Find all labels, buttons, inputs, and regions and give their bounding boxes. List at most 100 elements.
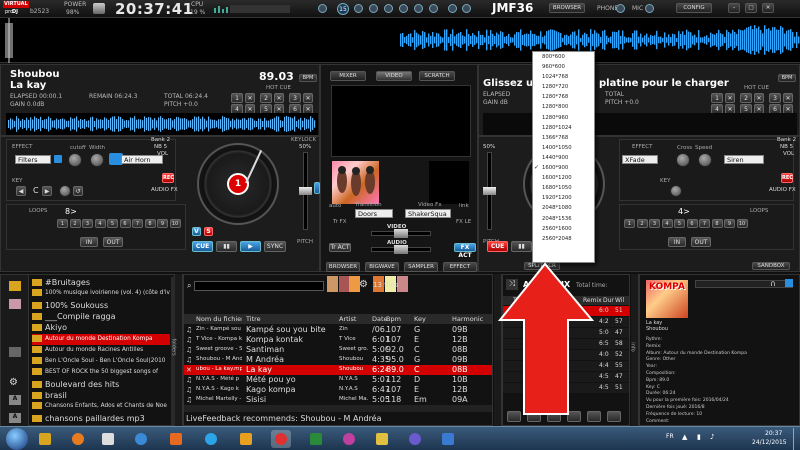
- right-track-waveform[interactable]: [483, 113, 797, 135]
- left-v-button[interactable]: V: [192, 227, 201, 236]
- column-header[interactable]: Titre: [246, 314, 328, 324]
- column-header[interactable]: Key: [414, 314, 436, 324]
- tree-item[interactable]: Ben L'Oncle Soul - Ben L'Oncle Soul(2010: [32, 356, 170, 367]
- right-sampler-select[interactable]: Siren: [724, 155, 764, 164]
- fx-act-button[interactable]: FX ACT: [454, 243, 476, 259]
- left-cue-button[interactable]: CUE: [192, 241, 213, 252]
- firefox-icon[interactable]: [166, 430, 186, 448]
- file-list-header[interactable]: Nom du fichier Titre Artist Date Bpm Key Harmo…: [184, 314, 492, 324]
- left-cutoff-knob[interactable]: [68, 153, 82, 167]
- left-s-button[interactable]: S: [204, 227, 213, 236]
- minimize-button[interactable]: –: [728, 3, 740, 13]
- alpha-icon-2[interactable]: A: [9, 413, 21, 423]
- cover-thumbnail[interactable]: [397, 276, 408, 292]
- left-loop-in-button[interactable]: IN: [80, 237, 98, 247]
- left-pitch-lock[interactable]: [314, 182, 320, 194]
- video-icon[interactable]: [384, 4, 393, 13]
- resolution-option[interactable]: 2048*1080: [533, 203, 594, 213]
- left-hotcue-3[interactable]: 3: [289, 93, 301, 103]
- file-list-scrollbar[interactable]: [184, 405, 492, 412]
- tree-item[interactable]: 100% Soukouss: [32, 300, 170, 311]
- table-row[interactable]: ♫ Michel Martelly - Sisisi Michel Ma. 5:05 11…: [184, 395, 492, 405]
- cast-icon[interactable]: [414, 4, 423, 13]
- sandbox-button[interactable]: SANDBOX: [752, 262, 790, 270]
- browser-button[interactable]: BROWSER: [549, 3, 585, 13]
- right-loop-button-4[interactable]: 4: [661, 219, 673, 228]
- right-hotcue-3[interactable]: 3: [769, 93, 781, 103]
- config-button[interactable]: CONFIG: [676, 3, 712, 13]
- settings-gear-icon[interactable]: ⚙: [359, 279, 368, 290]
- search-input[interactable]: [194, 281, 324, 291]
- right-hotcue-delete-3[interactable]: ✕: [783, 93, 793, 103]
- outlook-icon[interactable]: [236, 430, 256, 448]
- close-button[interactable]: ✕: [762, 3, 774, 13]
- left-loop-button-10[interactable]: 10: [169, 219, 181, 228]
- column-header[interactable]: Bpm: [386, 314, 404, 324]
- resolution-option[interactable]: 1280*960: [533, 113, 594, 123]
- cover-thumbnail[interactable]: [327, 276, 338, 292]
- tab-browser[interactable]: BROWSER: [326, 262, 360, 272]
- video-crossfader[interactable]: [371, 229, 431, 238]
- info-toggle[interactable]: [785, 279, 793, 287]
- left-key-reset-button[interactable]: ↺: [73, 186, 83, 196]
- left-effect-toggle[interactable]: [54, 155, 62, 163]
- back-icon[interactable]: [9, 347, 21, 357]
- left-loop-button-4[interactable]: 4: [94, 219, 106, 228]
- left-key-up-button[interactable]: ▶: [42, 186, 52, 196]
- language-indicator[interactable]: FR: [666, 433, 674, 440]
- right-speed-knob[interactable]: [698, 153, 712, 167]
- resolution-option[interactable]: 1280*1024: [533, 123, 594, 133]
- left-loop-button-8[interactable]: 8: [144, 219, 156, 228]
- folder-icon[interactable]: [9, 281, 21, 291]
- right-loop-button-1[interactable]: 1: [624, 219, 635, 228]
- left-track-waveform[interactable]: [6, 113, 318, 135]
- explorer-icon[interactable]: [35, 430, 55, 448]
- left-hotcue-delete-3[interactable]: ✕: [303, 93, 313, 103]
- table-row[interactable]: ♫ N.Y.A.S - Kago k Kago kompa N.Y.A.S 6:47 10…: [184, 385, 492, 395]
- left-sync-button[interactable]: SYNC: [264, 241, 286, 252]
- paint-icon[interactable]: [339, 430, 359, 448]
- left-loop-button-5[interactable]: 5: [107, 219, 118, 228]
- speaker-icon[interactable]: [429, 4, 438, 13]
- alpha-icon[interactable]: A: [9, 395, 21, 405]
- left-pitch-slider[interactable]: [299, 152, 312, 230]
- tab-scratch[interactable]: SCRATCH: [419, 71, 455, 81]
- right-pitch-slider[interactable]: [483, 152, 496, 230]
- resolution-option[interactable]: 2560*2048: [533, 234, 594, 244]
- automix-column-header[interactable]: Dur: [603, 296, 614, 306]
- resolution-option[interactable]: 2048*1536: [533, 214, 594, 224]
- left-bpm-button[interactable]: BPM: [299, 74, 317, 82]
- resolution-option[interactable]: 1600*1200: [533, 173, 594, 183]
- info-side-tab[interactable]: info: [630, 274, 639, 426]
- tree-item[interactable]: Autour du monde Destination Kompa: [32, 333, 170, 345]
- user-icon[interactable]: [462, 4, 471, 13]
- right-cue-button[interactable]: CUE: [487, 241, 508, 252]
- left-hotcue-delete-1[interactable]: ✕: [245, 93, 255, 103]
- gear-icon[interactable]: ⚙: [9, 377, 18, 388]
- notification-badge[interactable]: 15: [337, 3, 349, 15]
- table-row[interactable]: ✕ ubou - La kay.mp3 La kay Shoubou 6:24 89.0 C…: [184, 365, 492, 375]
- playlist-icon[interactable]: [9, 299, 21, 309]
- phone-icon[interactable]: [616, 4, 625, 13]
- left-hotcue-1[interactable]: 1: [231, 93, 243, 103]
- resolution-option[interactable]: 1280*768: [533, 92, 594, 102]
- left-width-knob[interactable]: [90, 153, 104, 167]
- table-row[interactable]: ♫ Zin - Kampé sou Kampé sou you bite Zin/06…: [184, 325, 492, 335]
- transition-select[interactable]: Doors: [355, 209, 393, 218]
- right-hotcue-delete-2[interactable]: ✕: [754, 93, 764, 103]
- left-effect-select[interactable]: Filters: [15, 155, 51, 164]
- resolution-option[interactable]: 1280*720: [533, 82, 594, 92]
- tab-bigwave[interactable]: BIGWAVE: [365, 262, 399, 272]
- chrome-icon[interactable]: [98, 430, 118, 448]
- right-loop-button-10[interactable]: 10: [736, 219, 748, 228]
- tree-item[interactable]: brasil: [32, 390, 170, 401]
- left-pause-button[interactable]: ▮▮: [216, 241, 237, 252]
- resolution-option[interactable]: 1440*900: [533, 153, 594, 163]
- tree-item[interactable]: Boulevard des hits: [32, 379, 170, 390]
- right-loop-button-6[interactable]: 6: [686, 219, 698, 228]
- info-progress[interactable]: [695, 280, 793, 288]
- tree-item[interactable]: #Bruitages: [32, 277, 170, 288]
- headphone-icon[interactable]: ∩: [770, 279, 776, 288]
- network-icon[interactable]: [369, 4, 378, 13]
- media-player-icon[interactable]: [68, 430, 88, 448]
